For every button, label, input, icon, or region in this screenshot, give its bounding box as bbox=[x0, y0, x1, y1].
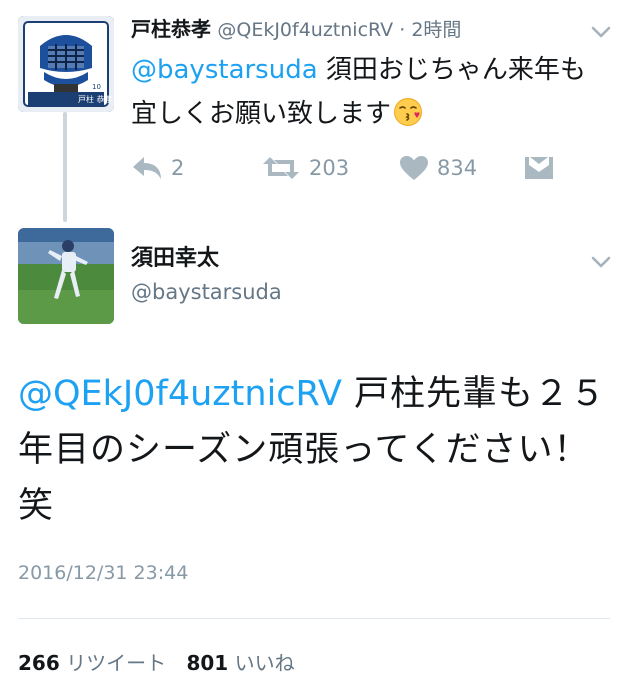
thread-connector bbox=[63, 112, 67, 222]
main-display-name[interactable]: 須田幸太 bbox=[131, 244, 219, 274]
retweet-action[interactable]: 203 bbox=[261, 150, 349, 186]
reply-count: 2 bbox=[171, 156, 185, 180]
reply-arrow-icon bbox=[133, 157, 161, 179]
retweet-count: 203 bbox=[309, 156, 350, 180]
direct-message-action[interactable] bbox=[523, 150, 555, 186]
like-label[interactable]: いいね bbox=[235, 651, 295, 675]
kissing-face-emoji-icon bbox=[394, 98, 423, 126]
chevron-down-icon[interactable] bbox=[588, 22, 614, 42]
svg-text:戸柱 恭孝: 戸柱 恭孝 bbox=[78, 94, 113, 104]
avatar-reply-user[interactable]: 戸柱 恭孝 10 bbox=[18, 16, 114, 112]
retweet-total[interactable]: 266 bbox=[18, 651, 60, 675]
tweet-timestamp[interactable]: 2016/12/31 23:44 bbox=[18, 562, 188, 584]
reply-mention-link[interactable]: @baystarsuda bbox=[131, 55, 318, 85]
divider bbox=[18, 618, 610, 619]
like-count: 834 bbox=[437, 156, 478, 180]
reply-body: @baystarsuda 須田おじちゃん来年も宜しくお願い致します bbox=[131, 48, 611, 136]
catcher-mask-icon: 戸柱 恭孝 10 bbox=[18, 16, 114, 112]
reply-display-name[interactable]: 戸柱恭孝 bbox=[131, 17, 211, 41]
main-handle[interactable]: @baystarsuda bbox=[131, 277, 282, 307]
heart-icon bbox=[400, 156, 428, 180]
engagement-counts: 266 リツイート 801 いいね bbox=[18, 648, 309, 678]
main-mention-link[interactable]: @QEkJ0f4uztnicRV bbox=[18, 374, 342, 414]
like-total[interactable]: 801 bbox=[186, 651, 228, 675]
main-tweet-body: @QEkJ0f4uztnicRV 戸柱先輩も２５年目のシーズン頑張ってください！… bbox=[18, 366, 618, 534]
chevron-down-icon[interactable] bbox=[588, 252, 614, 272]
svg-text:10: 10 bbox=[92, 83, 101, 91]
reply-separator: · bbox=[393, 19, 412, 41]
avatar-main-user[interactable] bbox=[18, 228, 114, 324]
like-action[interactable]: 834 bbox=[399, 150, 477, 186]
reply-header: 戸柱恭孝 @QEkJ0f4uztnicRV · 2時間 bbox=[131, 14, 601, 45]
retweet-label[interactable]: リツイート bbox=[66, 651, 166, 675]
reply-time[interactable]: 2時間 bbox=[411, 19, 461, 41]
baseball-player-photo-icon bbox=[18, 228, 114, 324]
retweet-icon bbox=[263, 157, 299, 179]
reply-action-bar: 2 203 834 bbox=[131, 150, 571, 186]
reply-action[interactable]: 2 bbox=[131, 150, 184, 186]
reply-handle[interactable]: @QEkJ0f4uztnicRV bbox=[217, 19, 393, 41]
envelope-icon bbox=[525, 157, 553, 179]
